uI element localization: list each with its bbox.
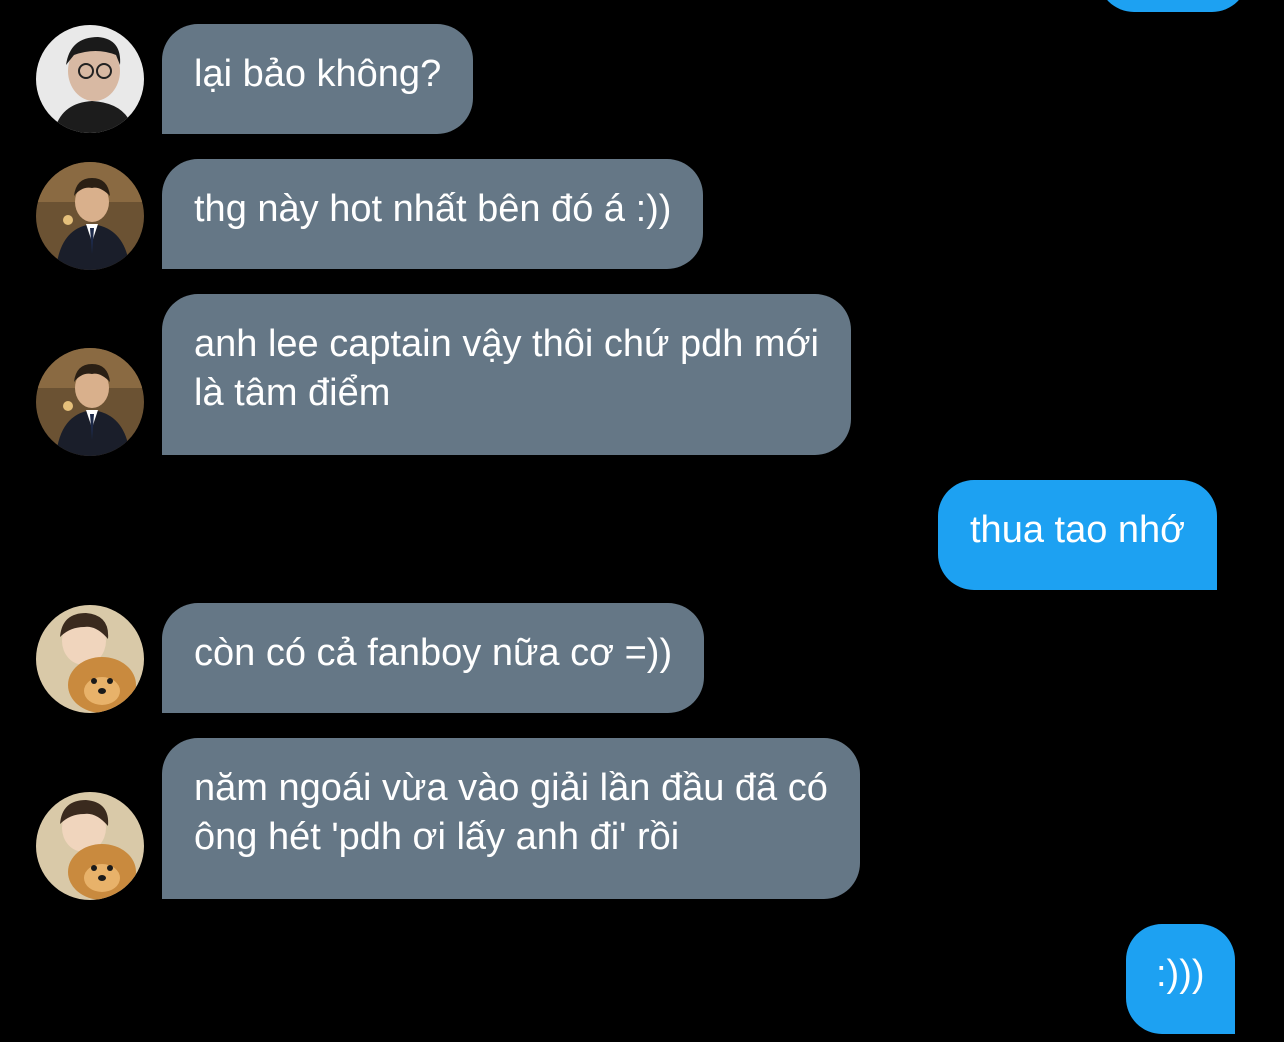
- message-text-line-2: ông hét 'pdh ơi lấy anh đi' rồi: [194, 816, 680, 858]
- avatar-photo-icon: [36, 162, 144, 270]
- incoming-message-bubble[interactable]: lại bảo không?: [162, 24, 474, 134]
- message-text: :))): [1156, 953, 1205, 995]
- incoming-message-bubble[interactable]: anh lee captain vậy thôi chứ pdh mới là …: [162, 294, 851, 455]
- sender-avatar-2[interactable]: [36, 348, 144, 456]
- incoming-message-bubble[interactable]: năm ngoái vừa vào giải lần đầu đã có ông…: [162, 738, 860, 899]
- sender-avatar-2[interactable]: [36, 162, 144, 270]
- sender-avatar-1[interactable]: [36, 25, 144, 133]
- outgoing-message-bubble[interactable]: :))): [1126, 924, 1235, 1034]
- message-text-line-1: năm ngoái vừa vào giải lần đầu đã có: [194, 767, 828, 809]
- message-text-line-1: anh lee captain vậy thôi chứ pdh mới: [194, 323, 819, 365]
- avatar-photo-icon: [36, 605, 144, 713]
- incoming-message-bubble[interactable]: còn có cả fanboy nữa cơ =)): [162, 603, 705, 713]
- avatar-photo-icon: [36, 792, 144, 900]
- outgoing-message-bubble[interactable]: thua tao nhớ: [938, 480, 1218, 590]
- message-text: thg này hot nhất bên đó á :)): [194, 188, 672, 230]
- message-text-line-2: là tâm điểm: [194, 372, 391, 414]
- incoming-message-bubble[interactable]: thg này hot nhất bên đó á :)): [162, 159, 704, 269]
- sender-avatar-3[interactable]: [36, 792, 144, 900]
- message-text: thua tao nhớ: [970, 509, 1186, 551]
- message-text: lại bảo không?: [194, 53, 442, 95]
- avatar-photo-icon: [36, 348, 144, 456]
- sender-avatar-3[interactable]: [36, 605, 144, 713]
- avatar-photo-icon: [36, 25, 144, 133]
- outgoing-message-bubble-partial[interactable]: [1098, 0, 1248, 12]
- message-text: còn có cả fanboy nữa cơ =)): [194, 632, 673, 674]
